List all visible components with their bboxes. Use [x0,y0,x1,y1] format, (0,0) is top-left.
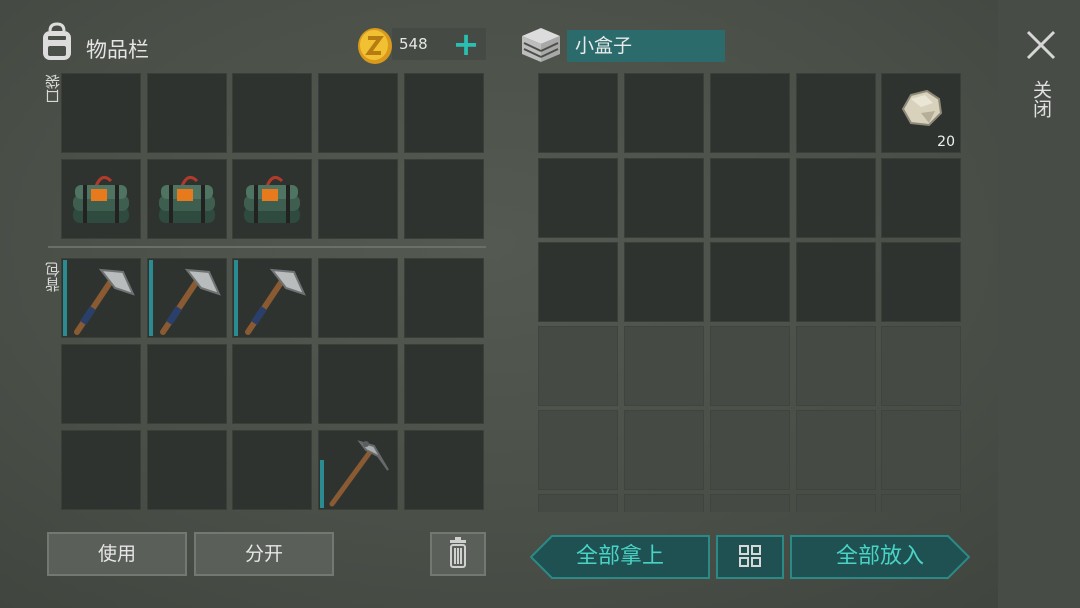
pocket-slot[interactable] [318,73,398,153]
backpack-slot[interactable] [61,430,141,510]
backpack-slot[interactable] [61,258,141,338]
stone-hatchet-icon [74,268,135,335]
container-slot[interactable] [796,242,876,322]
container-box-icon [522,28,560,62]
close-icon[interactable] [1024,28,1058,62]
use-button[interactable]: 使用 [47,532,187,576]
locked-slot [710,326,790,406]
put-all-label: 全部放入 [835,544,924,569]
section-divider [48,246,486,248]
pocket-slot[interactable] [232,159,312,239]
backpack-slot[interactable] [147,430,227,510]
locked-slot [881,410,961,490]
close-label[interactable]: 关闭 [1028,80,1055,118]
durability-bar [234,260,238,336]
pocket-slot[interactable] [61,159,141,239]
put-all-button[interactable]: 全部放入 [790,535,970,579]
locked-slot [538,494,618,512]
backpack-slot[interactable] [318,430,398,510]
stone-pickaxe-icon [329,440,389,507]
backpack-slot[interactable] [232,430,312,510]
container-slot[interactable] [538,158,618,238]
trash-icon [450,537,466,568]
locked-slot [624,326,704,406]
pocket-slot[interactable] [147,73,227,153]
container-name-field[interactable]: 小盒子 [567,30,725,62]
container-slot[interactable] [796,73,876,153]
locked-slot [624,410,704,490]
locked-slot [538,410,618,490]
pocket-slot[interactable] [61,73,141,153]
backpack-slot[interactable] [404,258,484,338]
backpack-slot[interactable] [318,344,398,424]
backpack-slot[interactable] [147,258,227,338]
stone-hatchet-icon [160,268,221,335]
locked-slot [796,410,876,490]
pocket-slot[interactable] [147,159,227,239]
c4-explosive-icon [73,175,129,223]
backpack-icon [43,22,71,60]
durability-bar [149,260,153,336]
durability-bar [63,260,67,336]
locked-slot [881,494,961,512]
pocket-label: 口袋 [44,74,62,104]
container-slot[interactable] [881,242,961,322]
container-slot[interactable] [624,158,704,238]
backpack-slot[interactable] [232,344,312,424]
locked-slot [796,326,876,406]
trash-button[interactable] [430,532,486,576]
backpack-slot[interactable] [61,344,141,424]
container-slot[interactable] [624,242,704,322]
backpack-label: 背包 [44,262,62,292]
container-slot[interactable] [624,73,704,153]
sort-button[interactable] [716,535,784,579]
locked-slot [624,494,704,512]
container-slot[interactable] [796,158,876,238]
locked-slot [710,494,790,512]
pocket-slot[interactable] [404,73,484,153]
coin-icon [358,28,392,64]
locked-slot [710,410,790,490]
c4-explosive-icon [159,175,215,223]
item-count: 20 [937,134,955,150]
locked-slot [538,326,618,406]
backpack-slot[interactable] [232,258,312,338]
pocket-slot[interactable] [404,159,484,239]
take-all-button[interactable]: 全部拿上 [530,535,710,579]
c4-explosive-icon [244,175,300,223]
backpack-slot[interactable] [318,258,398,338]
container-slot[interactable] [538,242,618,322]
add-coins-button[interactable]: + [452,28,480,60]
coin-amount: 548 [399,35,428,53]
locked-slot [796,494,876,512]
take-all-label: 全部拿上 [575,544,664,569]
split-button[interactable]: 分开 [194,532,334,576]
backpack-slot[interactable] [404,430,484,510]
container-slot[interactable] [881,158,961,238]
container-slot[interactable]: 20 [881,73,961,153]
backpack-slot[interactable] [147,344,227,424]
container-slot[interactable] [710,158,790,238]
locked-slot [881,326,961,406]
durability-bar [320,460,324,508]
container-slot[interactable] [710,242,790,322]
backpack-slot[interactable] [404,344,484,424]
container-slot[interactable] [538,73,618,153]
pocket-slot[interactable] [318,159,398,239]
container-grid: 20 [536,70,964,512]
sort-grid-icon [739,545,761,567]
container-slot[interactable] [710,73,790,153]
stone-hatchet-icon [245,268,306,335]
pocket-slot[interactable] [232,73,312,153]
inventory-title: 物品栏 [86,38,149,62]
